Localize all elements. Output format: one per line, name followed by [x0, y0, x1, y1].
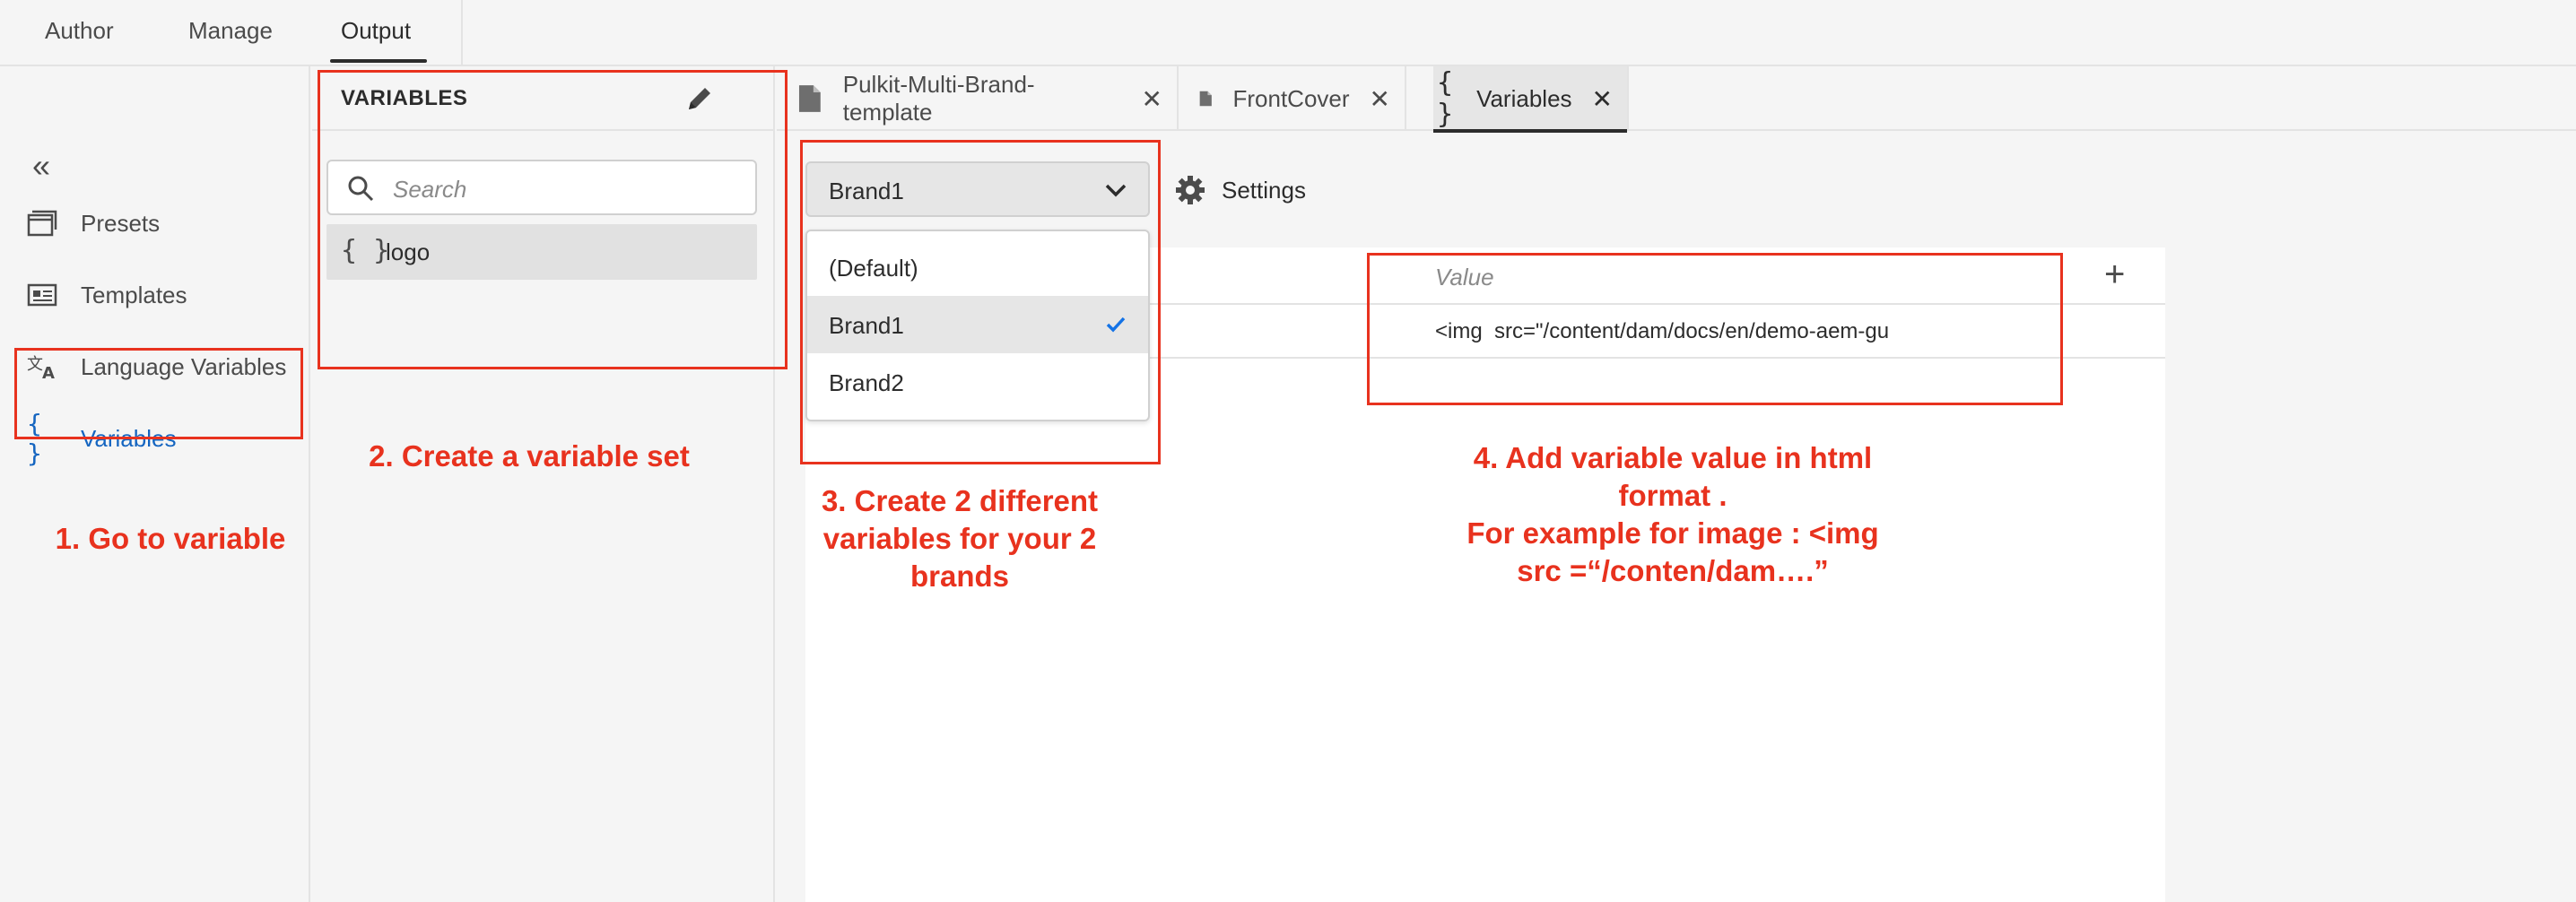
tab-pulkit-multi-brand-template[interactable]: Pulkit-Multi-Brand-template ✕	[777, 66, 1179, 131]
nav-tab-manage[interactable]: Manage	[188, 0, 273, 66]
sidebar-item-templates[interactable]: Templates	[27, 273, 296, 317]
close-icon[interactable]: ✕	[1592, 84, 1613, 114]
annotation-box-variables	[14, 348, 303, 439]
annotation-step-2: 2. Create a variable set	[369, 439, 690, 473]
top-navigation: Author Manage Output	[0, 0, 2576, 66]
active-tab-indicator	[330, 59, 427, 63]
close-icon[interactable]: ✕	[1142, 84, 1162, 114]
collapse-sidebar-icon[interactable]: «	[32, 147, 50, 185]
file-icon	[798, 85, 821, 112]
active-tab-indicator	[1433, 129, 1627, 133]
annotation-step-4: 4. Add variable value in html format . F…	[1399, 439, 1946, 590]
sidebar-item-label: Presets	[81, 209, 161, 237]
sidebar-item-presets[interactable]: Presets	[27, 201, 296, 246]
annotation-line: For example for image : <img	[1466, 516, 1879, 550]
nav-tab-output[interactable]: Output	[341, 0, 411, 66]
annotation-step-1: 1. Go to variable	[55, 522, 286, 555]
annotation-box-value	[1367, 253, 2063, 405]
tab-label: Variables	[1476, 84, 1572, 112]
tab-label: FrontCover	[1232, 84, 1350, 112]
add-variable-icon[interactable]: +	[2104, 255, 2125, 295]
annotation-line: brands	[909, 559, 1010, 593]
close-icon[interactable]: ✕	[1370, 84, 1390, 114]
tab-frontcover[interactable]: FrontCover ✕	[1179, 66, 1406, 131]
annotation-line: format .	[1618, 479, 1727, 512]
settings-label: Settings	[1222, 176, 1306, 204]
annotation-line: 4. Add variable value in html	[1473, 441, 1873, 474]
annotation-box-brands	[800, 140, 1161, 464]
editor-tab-bar: Pulkit-Multi-Brand-template ✕ FrontCover…	[777, 66, 2576, 133]
annotation-line: src =“/conten/dam….”	[1517, 554, 1829, 587]
tab-label: Pulkit-Multi-Brand-template	[842, 71, 1035, 126]
settings-button[interactable]: Settings	[1175, 170, 1306, 210]
tab-variables[interactable]: { } Variables ✕	[1433, 66, 1629, 133]
gear-icon	[1176, 176, 1205, 204]
annotation-line: 3. Create 2 different	[821, 484, 1099, 517]
file-icon	[1199, 91, 1212, 107]
templates-icon	[27, 283, 63, 307]
output-sidebar: « Presets Templates 文A Language Variable…	[0, 66, 310, 902]
annotation-box-variable-set	[318, 70, 788, 369]
annotation-step-3: 3. Create 2 different variables for your…	[771, 482, 1148, 595]
braces-icon: { }	[1437, 67, 1454, 130]
nav-divider	[461, 0, 463, 65]
annotation-line: variables for your 2	[822, 522, 1097, 555]
presets-icon	[27, 210, 63, 237]
sidebar-item-label: Templates	[81, 281, 187, 308]
nav-tab-author[interactable]: Author	[45, 0, 114, 66]
